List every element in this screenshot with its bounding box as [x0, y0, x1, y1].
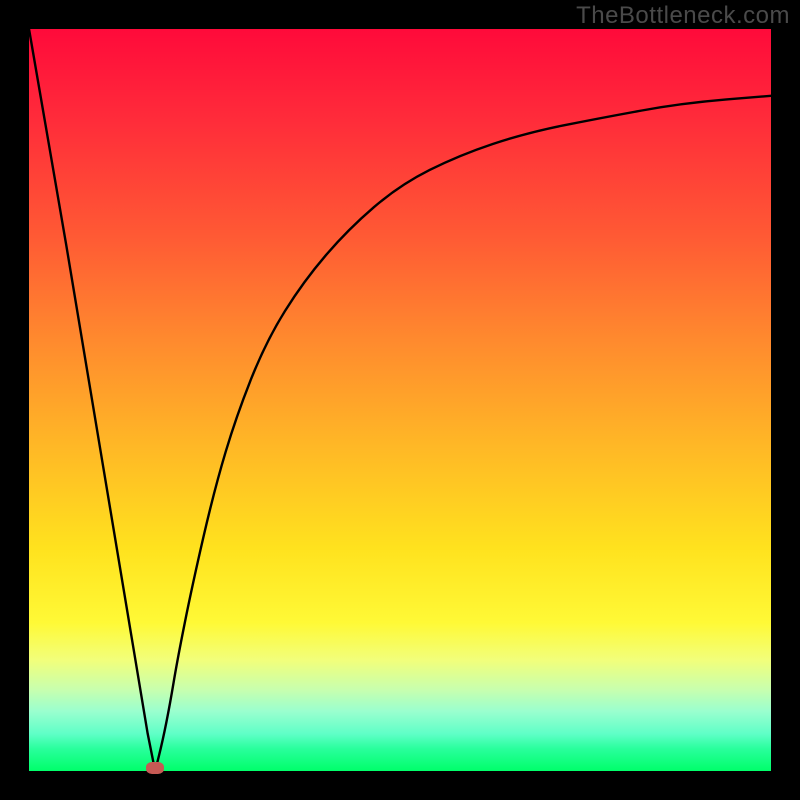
chart-frame: TheBottleneck.com	[0, 0, 800, 800]
curve-svg	[29, 29, 771, 771]
watermark-text: TheBottleneck.com	[576, 2, 790, 30]
curve-minimum-marker	[146, 762, 164, 774]
bottleneck-curve	[29, 29, 771, 771]
plot-area	[29, 29, 771, 771]
